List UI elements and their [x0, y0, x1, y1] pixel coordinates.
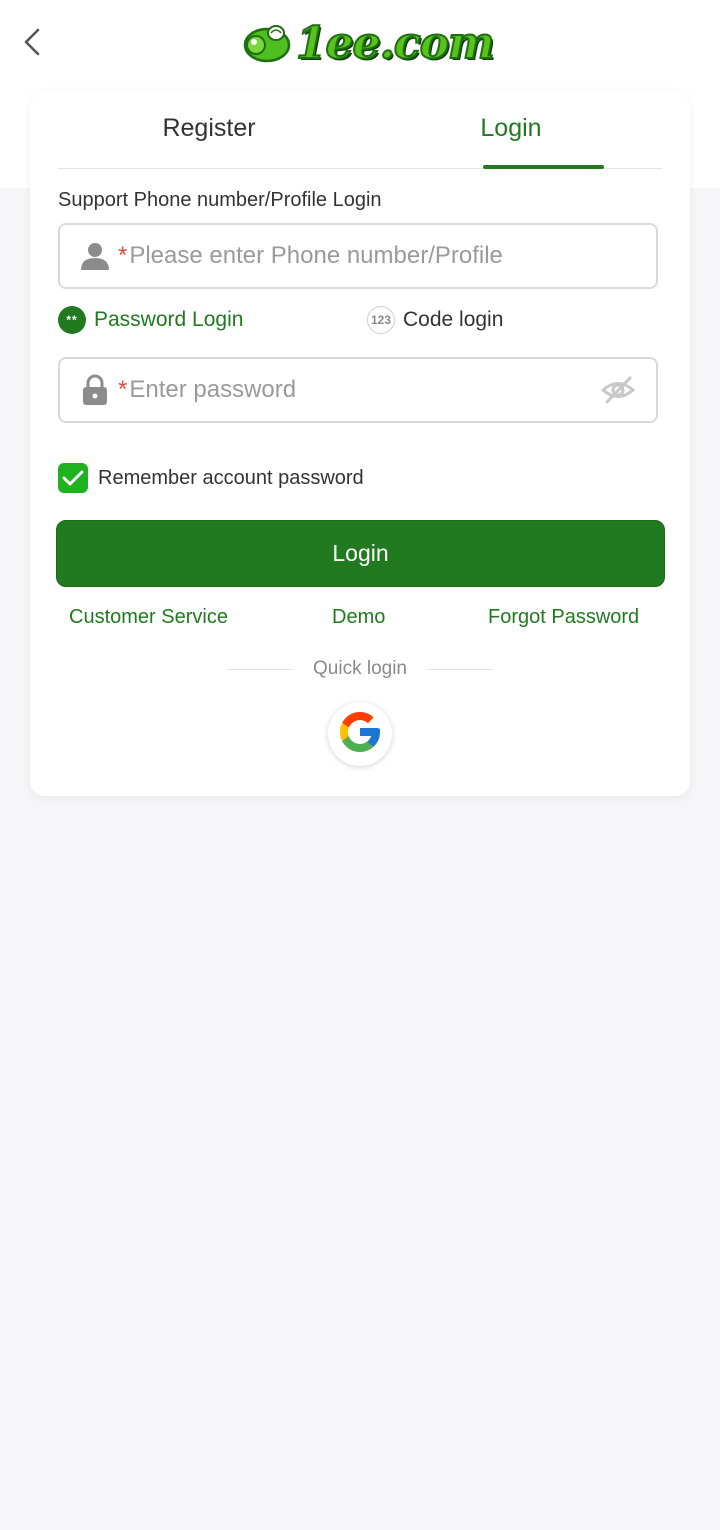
remember-label: Remember account password	[98, 466, 364, 489]
user-icon	[76, 237, 114, 275]
quick-login-divider: Quick login	[30, 656, 690, 682]
chevron-left-icon	[21, 27, 43, 62]
auth-tabs: Register Login	[58, 92, 662, 169]
brand-logo: 1ee.com	[240, 14, 496, 72]
divider-line	[227, 668, 294, 670]
forgot-password-link[interactable]: Forgot Password	[488, 606, 639, 629]
google-icon	[336, 708, 384, 761]
lock-icon	[76, 371, 114, 409]
login-mode-selector: ** Password Login 123 Code login	[58, 306, 658, 340]
password-input[interactable]	[129, 376, 598, 404]
back-button[interactable]	[14, 26, 50, 62]
password-mode-icon: **	[58, 306, 86, 334]
code-mode-icon: 123	[367, 306, 395, 334]
password-login-option[interactable]: ** Password Login	[58, 306, 243, 334]
tab-register[interactable]: Register	[58, 92, 360, 168]
quick-login-label: Quick login	[313, 658, 407, 679]
code-login-option[interactable]: 123 Code login	[367, 306, 503, 334]
account-input[interactable]	[129, 242, 656, 270]
logo-mascot-icon	[240, 15, 292, 72]
account-field[interactable]: *	[58, 223, 658, 289]
required-mark: *	[118, 376, 128, 403]
tab-login[interactable]: Login	[360, 92, 662, 169]
eye-off-icon[interactable]	[598, 370, 638, 410]
customer-service-link[interactable]: Customer Service	[69, 606, 228, 629]
login-card: Register Login Support Phone number/Prof…	[30, 92, 690, 796]
password-field[interactable]: *	[58, 357, 658, 423]
login-button[interactable]: Login	[56, 520, 665, 587]
demo-link[interactable]: Demo	[332, 606, 385, 629]
divider-line	[426, 668, 493, 670]
google-login-button[interactable]	[328, 702, 392, 766]
code-login-label: Code login	[403, 308, 504, 331]
help-links: Customer Service Demo Forgot Password	[30, 606, 690, 636]
required-mark: *	[118, 242, 128, 269]
remember-checkbox[interactable]	[58, 463, 88, 493]
logo-text: 1ee.com	[295, 17, 496, 70]
remember-password-toggle[interactable]: Remember account password	[58, 463, 364, 493]
password-login-label: Password Login	[94, 308, 244, 331]
support-label: Support Phone number/Profile Login	[58, 189, 382, 211]
